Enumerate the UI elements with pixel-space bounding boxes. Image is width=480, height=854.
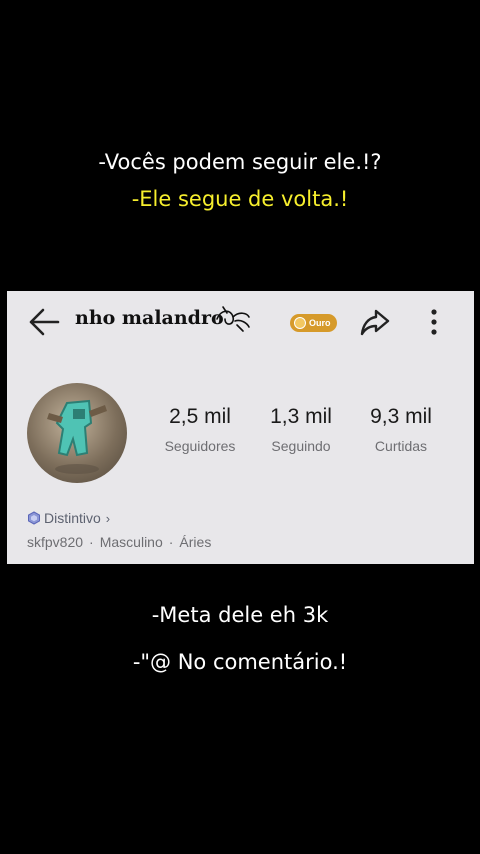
caption-line-1: -Vocês podem seguir ele.!?: [98, 150, 382, 174]
chevron-right-icon: ›: [105, 510, 111, 526]
profile-card: nho malandro Ouro 2,5 mil Seguidores 1,3…: [7, 291, 474, 564]
badge-label: Distintivo: [44, 510, 101, 526]
badge-link[interactable]: Distintivo ›: [27, 510, 110, 526]
rank-badge[interactable]: Ouro: [290, 314, 337, 332]
caption-line-2: -Ele segue de volta.!: [131, 187, 349, 211]
stat-followers-label: Seguidores: [164, 438, 236, 454]
more-vertical-icon[interactable]: [425, 307, 443, 337]
coin-icon: [294, 317, 306, 329]
rank-label: Ouro: [309, 318, 331, 328]
screen: -Vocês podem seguir ele.!? -Ele segue de…: [0, 0, 480, 854]
stat-likes-label: Curtidas: [374, 438, 428, 454]
profile-name: nho malandro: [75, 307, 224, 329]
share-icon[interactable]: [359, 307, 391, 337]
separator: ·: [168, 534, 174, 550]
avatar-figure: [47, 399, 107, 474]
stat-followers[interactable]: 2,5 mil Seguidores: [150, 405, 250, 454]
stat-followers-value: 2,5 mil: [169, 405, 231, 428]
stat-following-label: Seguindo: [271, 438, 331, 454]
profile-meta: skfpv820 · Masculino · Áries: [27, 534, 211, 550]
caption-line-3: -Meta dele eh 3k: [151, 603, 329, 627]
avatar[interactable]: [27, 383, 127, 483]
stat-likes-value: 9,3 mil: [370, 405, 432, 428]
stat-likes[interactable]: 9,3 mil Curtidas: [351, 405, 451, 454]
separator: ·: [89, 534, 94, 550]
gender: Masculino: [99, 534, 163, 550]
profile-header: nho malandro Ouro: [7, 291, 474, 351]
caption-line-4: -"@ No comentário.!: [132, 650, 348, 674]
arrow-left-icon[interactable]: [27, 307, 61, 337]
username: skfpv820: [27, 534, 84, 550]
stat-following[interactable]: 1,3 mil Seguindo: [251, 405, 351, 454]
flourish-icon: [216, 306, 250, 332]
stat-following-value: 1,3 mil: [270, 405, 332, 428]
hexagon-badge-icon: [28, 511, 40, 525]
zodiac-sign: Áries: [179, 534, 212, 550]
